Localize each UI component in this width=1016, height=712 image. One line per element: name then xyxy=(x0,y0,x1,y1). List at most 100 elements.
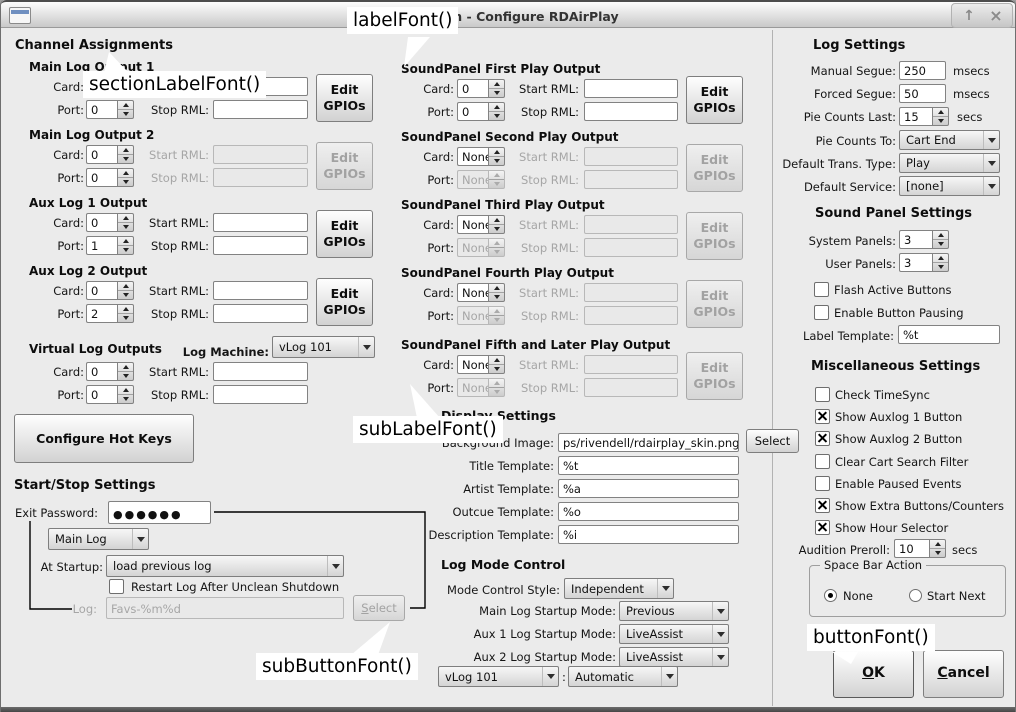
display-row-input[interactable]: %o xyxy=(558,502,739,521)
flash-active-buttons-checkbox[interactable] xyxy=(814,282,829,297)
spin-down-icon[interactable] xyxy=(118,290,133,299)
at-startup-combobox[interactable]: load previous log xyxy=(106,555,344,577)
spin-up-icon[interactable] xyxy=(930,540,945,548)
spin-down-icon[interactable] xyxy=(118,154,133,163)
exit-password-input[interactable]: ●●●●●● xyxy=(108,501,211,524)
shade-icon[interactable]: ↑ xyxy=(957,7,981,25)
space-bar-start-next-radio[interactable] xyxy=(909,589,922,602)
display-row-input[interactable]: %a xyxy=(558,479,739,498)
spin-up-icon[interactable] xyxy=(118,363,133,371)
stop-rml-input[interactable] xyxy=(213,236,308,255)
display-row-input[interactable]: %i xyxy=(558,525,739,544)
cancel-button[interactable]: Cancel xyxy=(923,650,1004,698)
stop-rml-input[interactable] xyxy=(213,385,308,404)
start-rml-input[interactable] xyxy=(213,213,308,232)
spin-up-icon[interactable] xyxy=(489,284,504,292)
card-spinbox[interactable]: None xyxy=(457,147,505,166)
spin-up-icon[interactable] xyxy=(118,282,133,290)
start-rml-input[interactable] xyxy=(213,281,308,300)
start-rml-input[interactable] xyxy=(213,362,308,381)
port-spinbox[interactable]: 2 xyxy=(86,304,134,323)
spin-up-icon[interactable] xyxy=(933,231,948,239)
spin-down-icon[interactable] xyxy=(489,111,504,120)
spin-up-icon[interactable] xyxy=(118,237,133,245)
configure-hot-keys-button[interactable]: Configure Hot Keys xyxy=(14,414,194,463)
titlebar[interactable]: RDAdmin - Configure RDAirPlay ↑ × xyxy=(1,0,1015,28)
manual-segue-input[interactable]: 250 xyxy=(899,61,946,80)
port-spinbox[interactable]: 0 xyxy=(457,102,505,121)
card-spinbox[interactable]: None xyxy=(457,283,505,302)
edit-gpios-button[interactable]: Edit GPIOs xyxy=(316,210,373,258)
spin-down-icon[interactable] xyxy=(489,156,504,165)
card-spinbox[interactable]: 0 xyxy=(457,79,505,98)
edit-gpios-button[interactable]: Edit GPIOs xyxy=(316,74,373,122)
log-machine-select[interactable]: vLog 101 xyxy=(272,336,375,358)
stop-rml-input[interactable] xyxy=(213,304,308,323)
pie-counts-to-combobox[interactable]: Cart End xyxy=(899,130,1000,150)
spin-up-icon[interactable] xyxy=(118,214,133,222)
spin-up-icon[interactable] xyxy=(118,386,133,394)
spin-down-icon[interactable] xyxy=(118,222,133,231)
system-panels-spinbox[interactable]: 3 xyxy=(899,230,949,249)
spin-down-icon[interactable] xyxy=(118,371,133,380)
log-machine-combobox[interactable]: Main Log xyxy=(48,528,149,550)
card-spinbox[interactable]: None xyxy=(457,215,505,234)
spin-down-icon[interactable] xyxy=(933,262,948,271)
spin-down-icon[interactable] xyxy=(489,364,504,373)
spin-down-icon[interactable] xyxy=(489,292,504,301)
spin-up-icon[interactable] xyxy=(489,356,504,364)
logmode-row-combobox[interactable]: LiveAssist xyxy=(619,624,729,644)
spin-down-icon[interactable] xyxy=(930,548,945,557)
enable-button-pausing-checkbox[interactable] xyxy=(814,305,829,320)
vlog-mode-combobox[interactable]: Automatic xyxy=(568,666,678,687)
port-spinbox[interactable]: 0 xyxy=(86,168,134,187)
mode-control-style-combobox[interactable]: Independent xyxy=(564,578,674,599)
spin-up-icon[interactable] xyxy=(118,101,133,109)
restart-log-checkbox[interactable] xyxy=(109,579,124,594)
spin-down-icon[interactable] xyxy=(489,88,504,97)
port-spinbox[interactable]: 1 xyxy=(86,236,134,255)
audition-preroll-spinbox[interactable]: 10 xyxy=(894,539,946,558)
spin-up-icon[interactable] xyxy=(489,148,504,156)
pie-counts-last-spinbox[interactable]: 15 xyxy=(899,107,949,126)
close-icon[interactable]: × xyxy=(984,7,1008,25)
spin-down-icon[interactable] xyxy=(118,313,133,322)
spin-up-icon[interactable] xyxy=(489,103,504,111)
spin-up-icon[interactable] xyxy=(489,216,504,224)
spin-down-icon[interactable] xyxy=(489,224,504,233)
spin-up-icon[interactable] xyxy=(489,80,504,88)
forced-segue-input[interactable]: 50 xyxy=(899,84,946,103)
card-spinbox[interactable]: 0 xyxy=(86,213,134,232)
start-rml-input[interactable] xyxy=(584,79,678,98)
label-template-input[interactable]: %t xyxy=(898,325,1000,344)
default-service-combobox[interactable]: [none] xyxy=(899,176,1000,196)
spin-down-icon[interactable] xyxy=(118,245,133,254)
spin-up-icon[interactable] xyxy=(933,108,948,116)
spin-up-icon[interactable] xyxy=(118,169,133,177)
misc-checkbox[interactable] xyxy=(815,387,830,402)
misc-checkbox[interactable] xyxy=(815,520,830,535)
background-image-select-button[interactable]: Select xyxy=(746,429,799,453)
spin-up-icon[interactable] xyxy=(118,146,133,154)
spin-up-icon[interactable] xyxy=(118,305,133,313)
logmode-row-combobox[interactable]: LiveAssist xyxy=(619,647,729,667)
display-row-input[interactable]: ps/rivendell/rdairplay_skin.png xyxy=(558,433,739,452)
misc-checkbox[interactable] xyxy=(815,476,830,491)
edit-gpios-button[interactable]: Edit GPIOs xyxy=(686,76,743,124)
card-spinbox[interactable]: None xyxy=(457,355,505,374)
spin-down-icon[interactable] xyxy=(118,109,133,118)
card-spinbox[interactable]: 0 xyxy=(86,281,134,300)
misc-checkbox[interactable] xyxy=(815,454,830,469)
edit-gpios-button[interactable]: Edit GPIOs xyxy=(316,278,373,326)
card-spinbox[interactable]: 0 xyxy=(86,362,134,381)
misc-checkbox[interactable] xyxy=(815,498,830,513)
ok-button[interactable]: OK xyxy=(833,650,914,698)
stop-rml-input[interactable] xyxy=(213,100,308,119)
display-row-input[interactable]: %t xyxy=(558,456,739,475)
port-spinbox[interactable]: 0 xyxy=(86,100,134,119)
spin-up-icon[interactable] xyxy=(933,254,948,262)
user-panels-spinbox[interactable]: 3 xyxy=(899,253,949,272)
space-bar-none-radio[interactable] xyxy=(824,589,837,602)
port-spinbox[interactable]: 0 xyxy=(86,385,134,404)
spin-down-icon[interactable] xyxy=(933,116,948,125)
